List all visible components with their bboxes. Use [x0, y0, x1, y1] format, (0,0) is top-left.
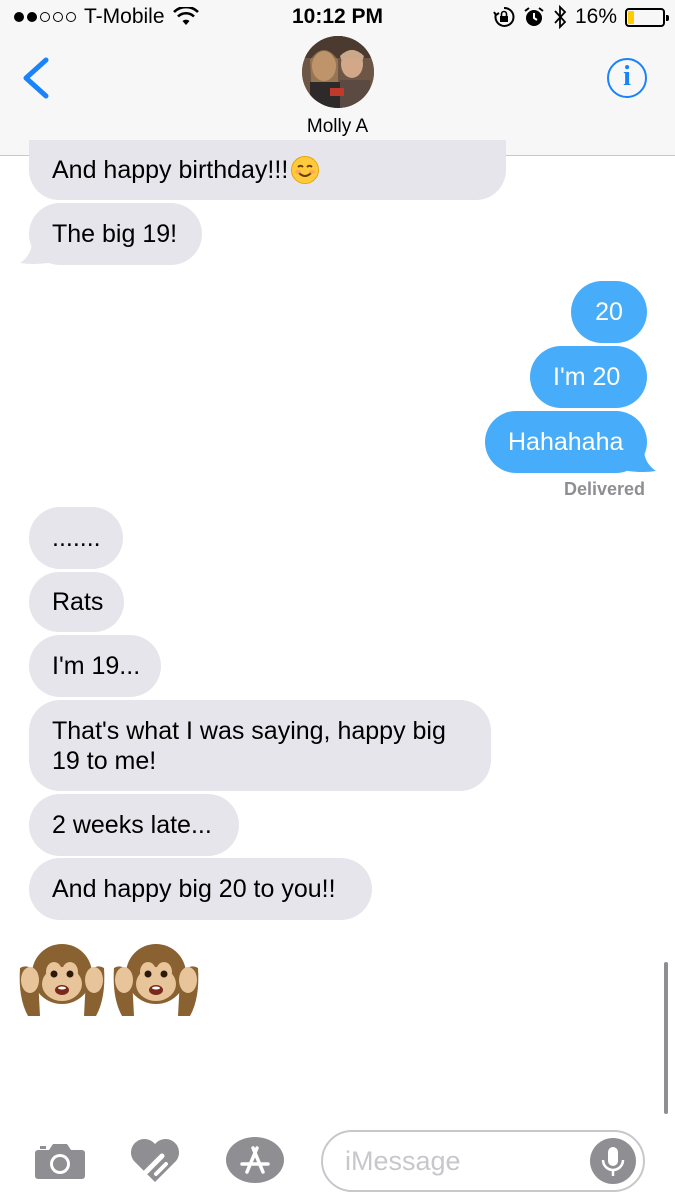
incoming-message[interactable]: That's what I was saying, happy big 19 t… [29, 700, 491, 791]
contact-name[interactable]: Molly A [0, 116, 675, 138]
app-store-icon [226, 1137, 284, 1183]
incoming-message[interactable]: The big 19! [29, 203, 202, 265]
battery-percent: 16% [574, 5, 617, 28]
message-text: 2 weeks late... [52, 811, 212, 839]
incoming-message[interactable]: 2 weeks late... [29, 794, 239, 856]
camera-button[interactable] [34, 1140, 86, 1185]
chevron-left-icon [23, 57, 49, 99]
message-text: Hahahaha [508, 428, 624, 456]
digital-touch-button[interactable] [128, 1136, 182, 1189]
outgoing-message[interactable]: I'm 20 [530, 346, 647, 408]
message-text: 20 [595, 298, 623, 326]
incoming-message[interactable]: I'm 19... [29, 635, 161, 697]
message-text: That's what I was saying, happy big 19 t… [52, 716, 446, 775]
delivered-status: Delivered [563, 479, 645, 499]
message-text: The big 19! [52, 220, 178, 248]
outgoing-message[interactable]: Hahahaha [485, 411, 647, 473]
incoming-message[interactable]: ....... [29, 507, 123, 569]
app-store-button[interactable] [225, 1136, 285, 1189]
bluetooth-icon [554, 5, 567, 29]
message-placeholder: iMessage [345, 1146, 461, 1176]
incoming-message[interactable]: And happy big 20 to you!! [29, 858, 372, 920]
back-button[interactable] [18, 56, 54, 100]
message-text: I'm 20 [553, 363, 621, 391]
message-input[interactable]: iMessage [321, 1130, 645, 1192]
info-button[interactable]: i [607, 58, 647, 98]
camera-icon [35, 1144, 85, 1179]
message-text: I'm 19... [52, 652, 141, 680]
avatar-photo [302, 36, 374, 108]
status-bar-right: 16% [493, 5, 669, 29]
message-text: And happy birthday!!! [52, 156, 289, 184]
incoming-message[interactable]: And happy birthday!!! [29, 140, 506, 200]
smiling-face-emoji [291, 156, 320, 184]
outgoing-message[interactable]: 20 [571, 281, 647, 343]
dictation-button[interactable] [590, 1138, 636, 1184]
emoji-message[interactable] [18, 938, 200, 1018]
microphone-icon [601, 1147, 625, 1176]
orientation-lock-icon [493, 6, 515, 27]
alarm-icon [524, 7, 544, 26]
message-input-bar: iMessage [0, 1120, 675, 1200]
hear-no-evil-monkey-emoji [19, 944, 105, 1016]
message-text: Rats [52, 588, 104, 616]
conversation-header: Molly A i [0, 36, 675, 156]
status-bar: T-Mobile 10:12 PM 16% [0, 0, 675, 38]
battery-level [628, 10, 634, 24]
message-text: ....... [52, 524, 101, 552]
digital-touch-heart-icon [130, 1138, 180, 1182]
scroll-indicator[interactable] [664, 962, 668, 1114]
incoming-message[interactable]: Rats [29, 572, 124, 632]
bubble-tail [20, 241, 48, 264]
contact-avatar[interactable] [302, 36, 374, 108]
battery-icon [625, 7, 669, 27]
info-icon: i [623, 61, 631, 92]
hear-no-evil-monkey-emoji [113, 944, 199, 1016]
bubble-tail [628, 449, 656, 472]
message-text: And happy big 20 to you!! [52, 875, 336, 903]
